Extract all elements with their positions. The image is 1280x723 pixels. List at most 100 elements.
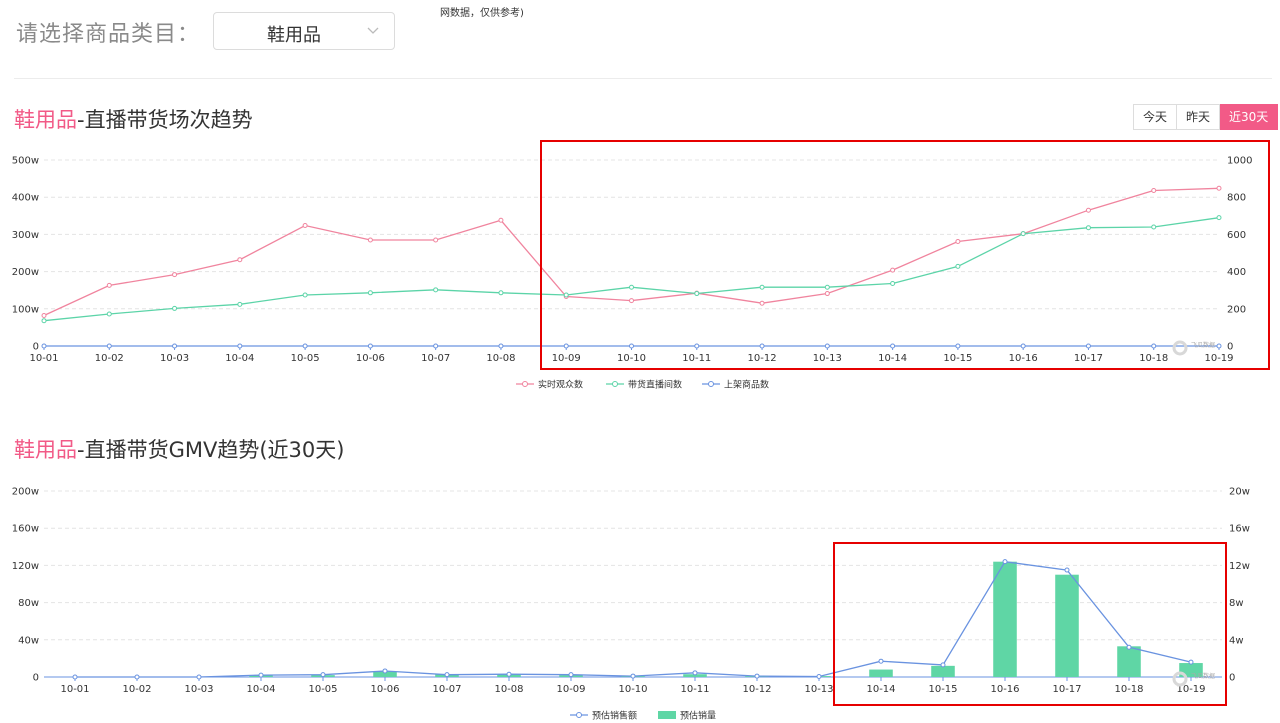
data-point <box>694 291 700 297</box>
data-point <box>759 300 765 306</box>
y-left-tick-label: 40w <box>18 635 39 646</box>
y-left-tick-label: 120w <box>12 561 39 572</box>
data-point <box>444 672 450 678</box>
x-tick-label: 10-11 <box>680 684 709 695</box>
y-right-tick-label: 200 <box>1227 304 1246 315</box>
data-point <box>433 287 439 293</box>
data-point <box>1085 207 1091 213</box>
watermark-text: 飞瓜数据 <box>1191 672 1215 680</box>
data-point <box>172 272 178 278</box>
data-point <box>1064 567 1070 573</box>
data-point <box>629 284 634 290</box>
divider <box>14 78 1272 79</box>
data-point <box>433 343 439 349</box>
data-point <box>1216 215 1222 221</box>
legend-marker <box>522 381 528 387</box>
y-left-tick-label: 200w <box>12 487 39 498</box>
data-point <box>568 672 574 678</box>
x-tick-label: 10-02 <box>95 353 124 364</box>
data-point <box>824 343 830 349</box>
x-tick-label: 10-06 <box>370 684 399 695</box>
data-point <box>106 311 112 317</box>
data-point <box>1085 343 1091 349</box>
data-point <box>237 257 243 263</box>
data-point <box>955 343 961 349</box>
x-tick-label: 10-16 <box>1009 353 1038 364</box>
data-point <box>1151 224 1157 230</box>
y-left-tick-label: 80w <box>18 598 39 609</box>
data-point <box>302 292 308 298</box>
x-tick-label: 10-07 <box>432 684 461 695</box>
x-tick-label: 10-01 <box>60 684 89 695</box>
data-point <box>320 672 326 678</box>
data-point <box>692 670 698 676</box>
chart2-title-text: -直播带货GMV趋势(近30天) <box>77 438 345 462</box>
y-left-tick-label: 400w <box>12 193 39 204</box>
tab-yesterday[interactable]: 昨天 <box>1177 104 1221 130</box>
x-tick-label: 10-13 <box>813 353 842 364</box>
x-tick-label: 10-14 <box>866 684 895 695</box>
chevron-down-icon <box>367 27 379 34</box>
legend-label: 带货直播间数 <box>628 379 682 391</box>
data-point <box>172 305 178 311</box>
period-tabs: 今天 昨天 近30天 <box>1133 104 1279 130</box>
x-tick-label: 10-13 <box>804 684 833 695</box>
chart1-title-text: -直播带货场次趋势 <box>77 108 253 132</box>
data-point <box>890 343 896 349</box>
data-point <box>367 290 373 296</box>
y-right-tick-label: 0 <box>1229 673 1235 684</box>
tab-today[interactable]: 今天 <box>1133 104 1178 130</box>
data-point <box>41 343 47 349</box>
data-point <box>1216 343 1222 349</box>
x-tick-label: 10-03 <box>184 684 213 695</box>
data-point <box>1151 188 1157 194</box>
data-point <box>940 662 946 668</box>
category-select[interactable]: 鞋用品 <box>213 12 395 50</box>
data-point <box>367 343 373 349</box>
y-right-tick-label: 12w <box>1229 561 1250 572</box>
x-tick-label: 10-01 <box>29 353 58 364</box>
y-left-tick-label: 500w <box>12 156 39 167</box>
x-tick-label: 10-11 <box>682 353 711 364</box>
legend-label: 预估销量 <box>680 710 716 722</box>
y-right-tick-label: 16w <box>1229 524 1250 535</box>
highlight-box <box>540 140 1270 370</box>
watermark-logo-icon <box>1172 340 1188 356</box>
data-point <box>498 217 504 223</box>
data-point <box>1216 185 1222 191</box>
data-point <box>824 291 830 297</box>
data-point <box>629 343 634 349</box>
series-line <box>43 187 1220 317</box>
data-point <box>196 674 202 680</box>
data-point <box>955 238 961 244</box>
series-line <box>43 217 1220 322</box>
data-point <box>1085 225 1091 231</box>
chart1-title-category: 鞋用品 <box>14 108 77 132</box>
bar <box>1055 574 1079 677</box>
data-point <box>890 281 896 287</box>
legend-label: 预估销售额 <box>592 710 637 722</box>
x-tick-label: 10-03 <box>160 353 189 364</box>
x-tick-label: 10-02 <box>122 684 151 695</box>
x-tick-label: 10-05 <box>291 353 320 364</box>
data-point <box>1151 343 1157 349</box>
bar <box>931 665 955 677</box>
bar <box>869 669 893 677</box>
x-tick-label: 10-16 <box>990 684 1019 695</box>
data-point <box>630 673 636 679</box>
y-right-tick-label: 1000 <box>1227 156 1252 167</box>
y-left-tick-label: 300w <box>12 230 39 241</box>
data-point <box>433 237 439 243</box>
legend-bar-swatch <box>658 711 676 719</box>
data-point <box>759 343 765 349</box>
data-point <box>563 343 569 349</box>
x-tick-label: 10-14 <box>878 353 907 364</box>
tab-30days[interactable]: 近30天 <box>1220 104 1279 130</box>
y-left-tick-label: 160w <box>12 524 39 535</box>
x-tick-label: 10-08 <box>486 353 515 364</box>
data-point <box>1020 231 1026 237</box>
x-tick-label: 10-15 <box>943 353 972 364</box>
y-right-tick-label: 0 <box>1227 342 1233 353</box>
y-left-tick-label: 0 <box>33 342 39 353</box>
legend-label: 上架商品数 <box>724 379 769 391</box>
